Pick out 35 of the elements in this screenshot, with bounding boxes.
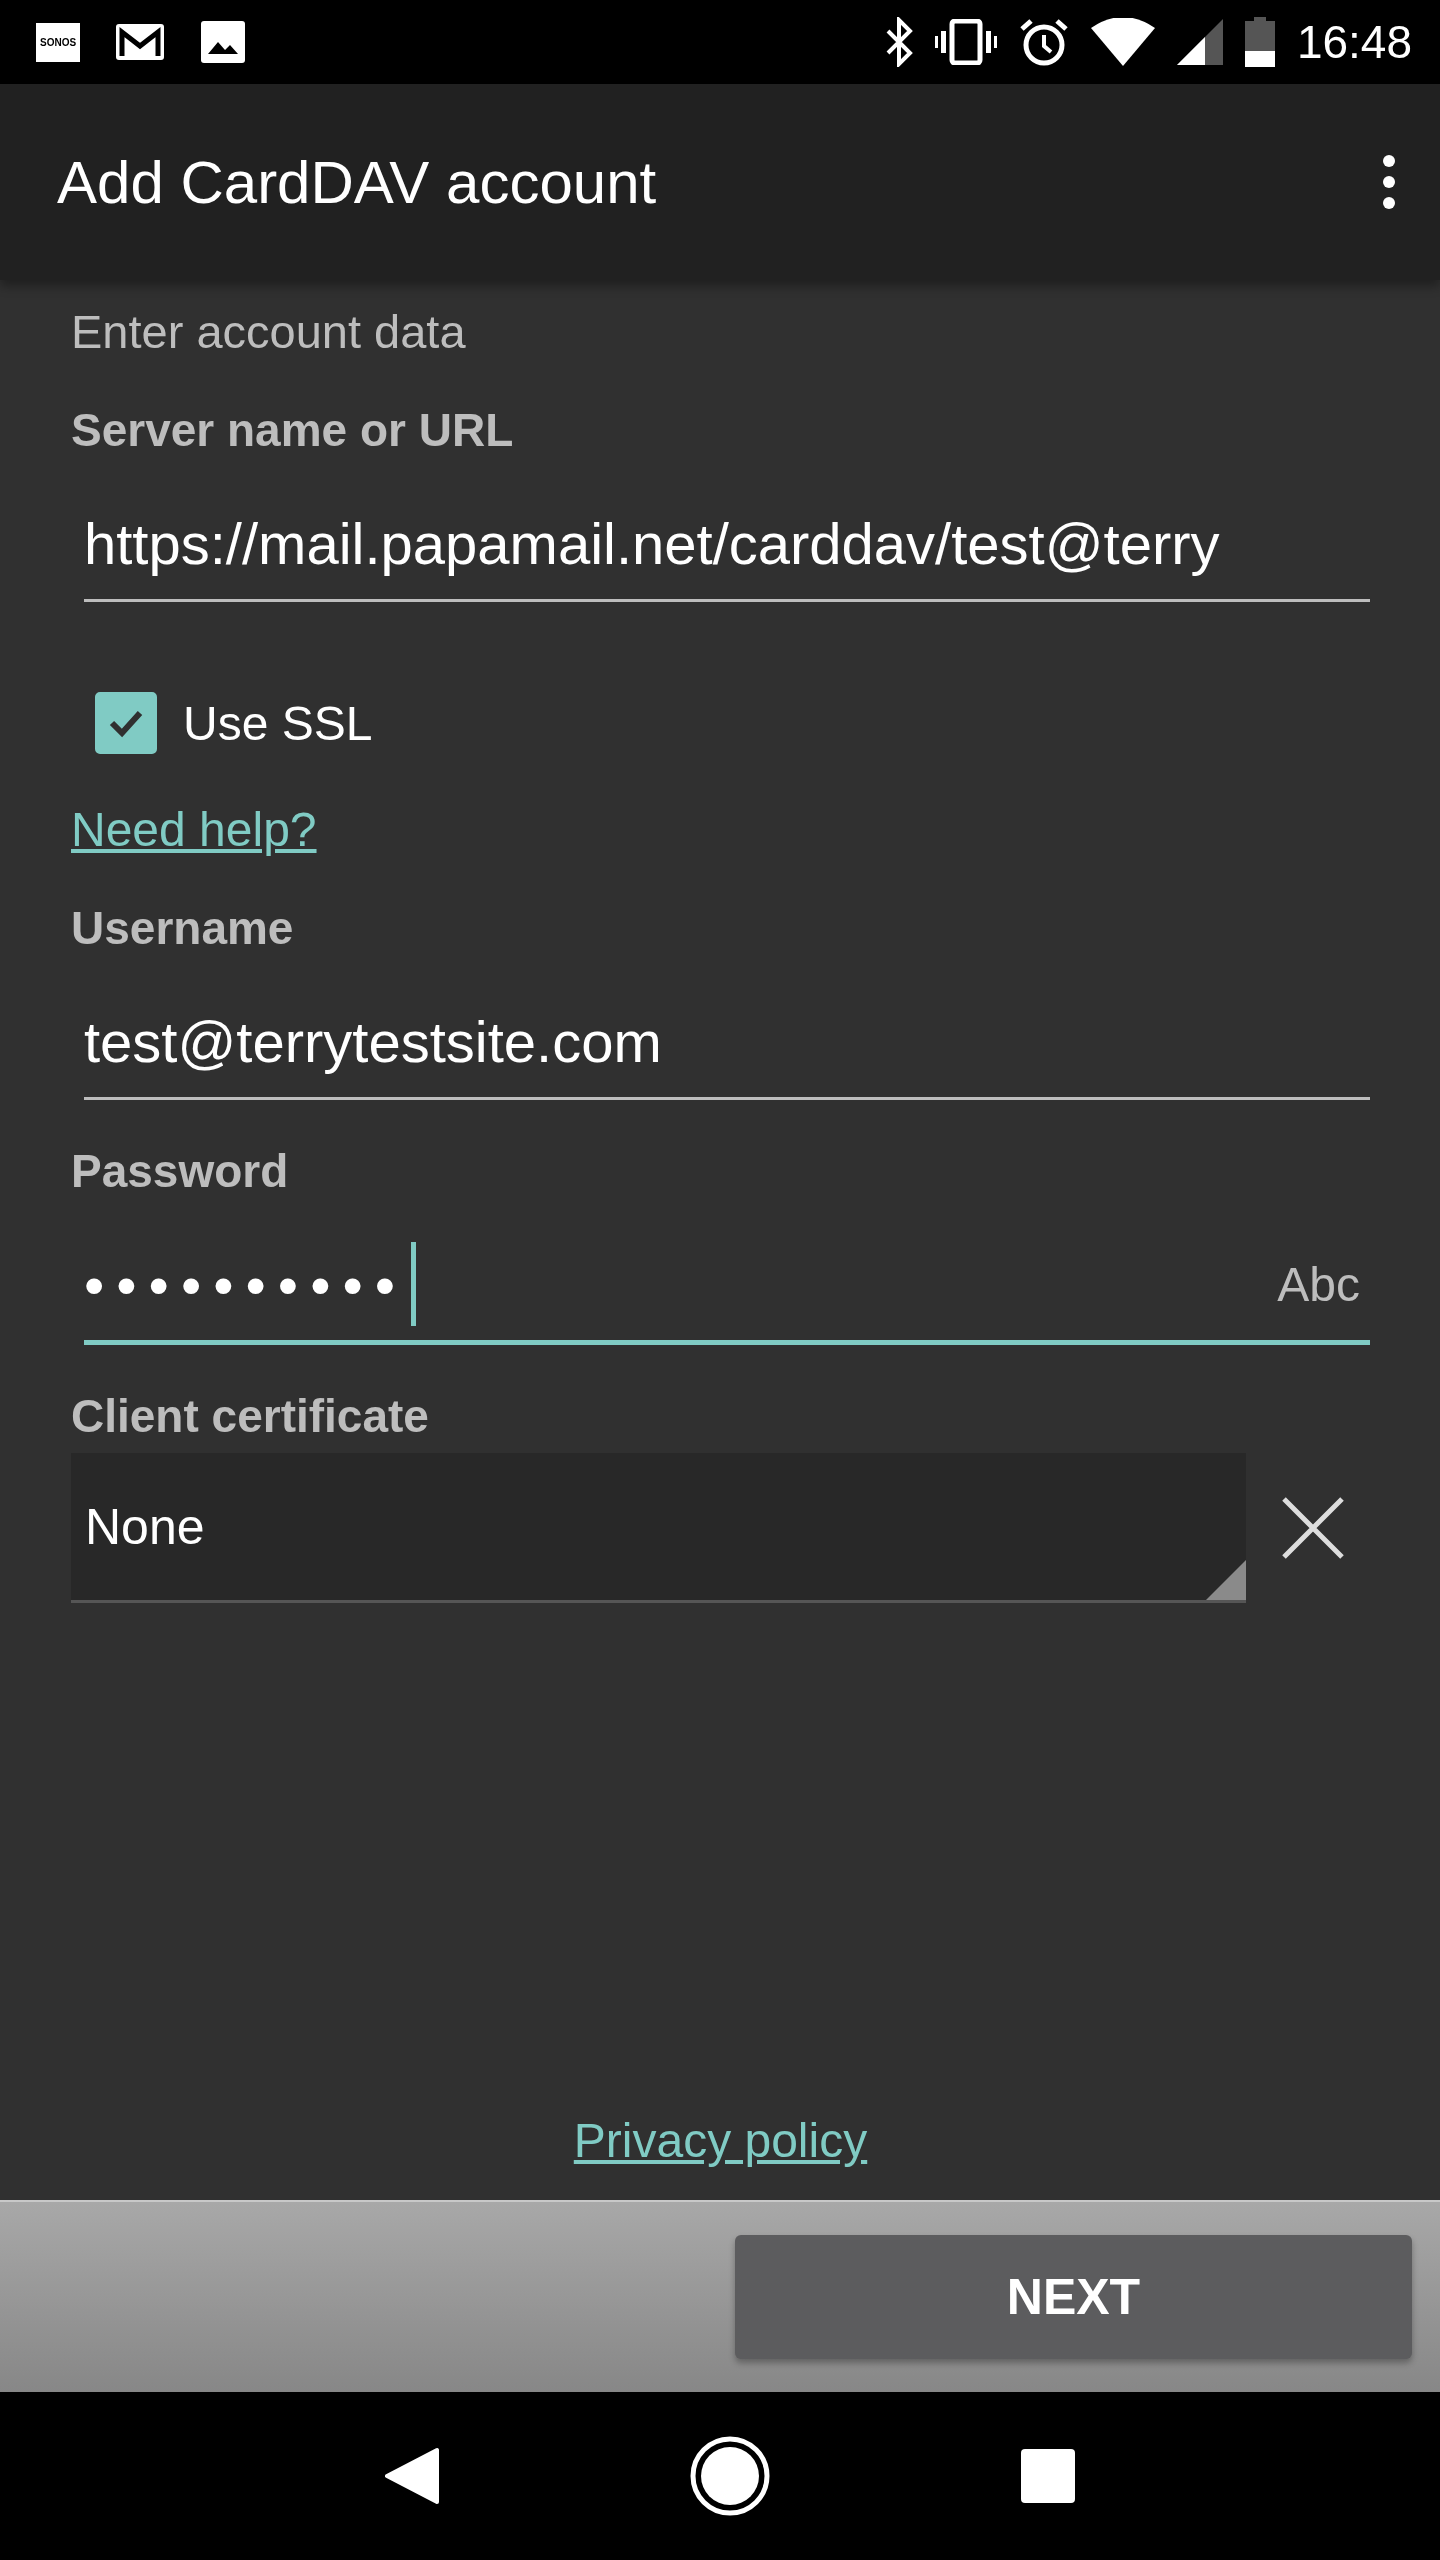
signal-icon <box>1176 19 1223 65</box>
section-heading: Enter account data <box>71 304 467 359</box>
vibrate-icon <box>934 19 997 65</box>
privacy-policy-link[interactable]: Privacy policy <box>573 2113 868 2168</box>
input-field[interactable]: •••••••••• Abc <box>84 1228 1370 1345</box>
field-label: Username <box>71 901 295 955</box>
home-icon[interactable] <box>690 2436 770 2516</box>
image-icon <box>200 20 247 64</box>
app-notification-icon: SONOS <box>36 22 81 62</box>
input-field[interactable]: https://mail.papamail.net/carddav/test@terry <box>84 487 1370 602</box>
field-value: test@terrytestsite.com <box>84 1007 662 1075</box>
clock-time: 16:48 <box>1296 15 1412 69</box>
help-link[interactable]: Need help? <box>71 802 317 857</box>
close-icon[interactable] <box>1280 1495 1346 1561</box>
field-value: https://mail.papamail.net/carddav/test@terry <box>84 509 1220 577</box>
field-label: Password <box>71 1144 290 1198</box>
alarm-icon <box>1018 17 1069 67</box>
screen-title: Add CardDAV account <box>57 147 657 217</box>
input-field[interactable]: test@terrytestsite.com <box>84 985 1370 1100</box>
battery-icon <box>1244 17 1275 67</box>
dropdown-corner-icon <box>1206 1560 1246 1600</box>
field-label: Server name or URL <box>71 403 515 457</box>
checkbox-label[interactable]: Use SSL <box>183 695 373 751</box>
bluetooth-icon <box>884 17 913 67</box>
field-value: •••••••••• <box>84 1250 408 1318</box>
back-icon[interactable] <box>385 2446 440 2506</box>
certificate-dropdown[interactable]: None <box>71 1453 1246 1603</box>
more-options-icon[interactable] <box>1382 154 1396 210</box>
recents-icon[interactable] <box>1020 2449 1075 2503</box>
checkbox[interactable] <box>95 692 157 754</box>
next-button[interactable]: NEXT <box>735 2235 1412 2359</box>
wifi-icon <box>1090 18 1155 66</box>
input-hint: Abc <box>1277 1256 1360 1312</box>
mail-icon <box>114 22 167 62</box>
field-label: Client certificate <box>71 1389 430 1443</box>
